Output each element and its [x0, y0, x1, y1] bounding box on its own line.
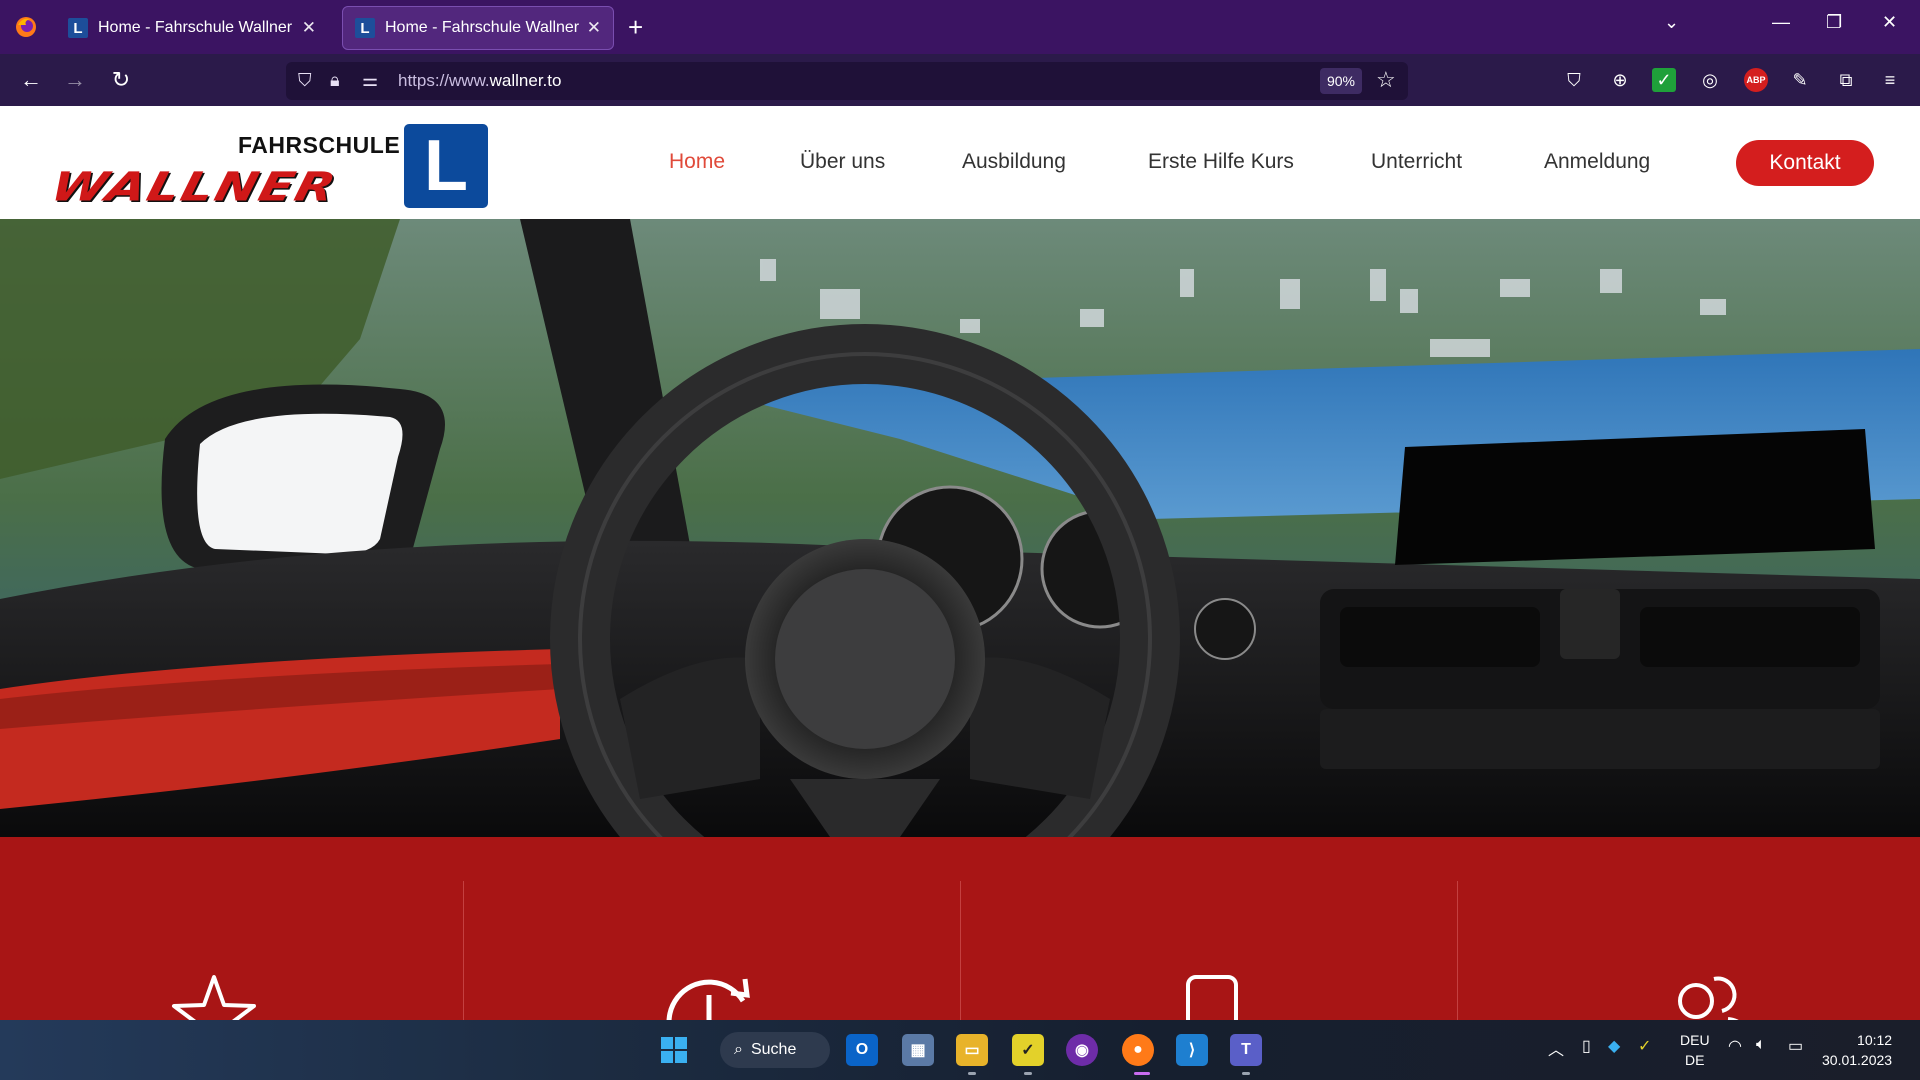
lock-icon[interactable]: 🔒︎	[330, 70, 340, 91]
clock-date: 30.01.2023	[1822, 1052, 1893, 1068]
file-explorer-icon[interactable]: ▭	[956, 1034, 988, 1066]
nav-item-anmeldung[interactable]: Anmeldung	[1544, 150, 1650, 174]
site-favicon-icon: L	[355, 18, 375, 38]
site-header: FAHRSCHULE WALLNER L Home Über uns Ausbi…	[0, 106, 1920, 219]
address-bar[interactable]: ⛉ 🔒︎ ⚌ https://www.wallner.to 90% ☆	[286, 62, 1408, 100]
clock-time: 10:12	[1857, 1032, 1893, 1048]
running-indicator	[968, 1072, 976, 1075]
device-icon[interactable]: ▯	[1582, 1036, 1591, 1056]
chevron-up-icon[interactable]: ︿	[1548, 1036, 1564, 1060]
sticky-tasks-icon[interactable]: ✓	[1012, 1034, 1044, 1066]
logo-l-badge: L	[404, 124, 488, 208]
zoom-extension-icon[interactable]: ⊕	[1608, 68, 1632, 92]
hero-image	[0, 219, 1920, 837]
search-icon: ⌕	[734, 1041, 743, 1058]
feature-column-4	[1457, 881, 1920, 1050]
nav-item-ausbildung[interactable]: Ausbildung	[962, 150, 1066, 174]
close-tab-icon[interactable]: ✕	[587, 18, 601, 38]
checkmark-extension-icon[interactable]: ✓	[1652, 68, 1676, 92]
nav-item-home[interactable]: Home	[669, 150, 725, 174]
pocket-icon[interactable]: ⛉	[1562, 68, 1586, 92]
wifi-icon[interactable]: ◠	[1728, 1036, 1742, 1056]
clock[interactable]: 10:12 30.01.2023	[1822, 1030, 1892, 1070]
nav-item-erste-hilfe-kurs[interactable]: Erste Hilfe Kurs	[1148, 150, 1294, 174]
chevron-down-icon[interactable]: ⌄	[1664, 12, 1679, 33]
kontakt-button[interactable]: Kontakt	[1736, 140, 1874, 186]
site-favicon-icon: L	[68, 18, 88, 38]
zoom-level-badge[interactable]: 90%	[1320, 68, 1362, 94]
github-icon[interactable]: ◉	[1066, 1034, 1098, 1066]
logo-brand-text: WALLNER	[46, 163, 343, 211]
fahrschule-wallner-logo[interactable]: FAHRSCHULE WALLNER L	[46, 118, 492, 210]
pen-extension-icon[interactable]: ✎	[1788, 68, 1812, 92]
close-tab-icon[interactable]: ✕	[302, 18, 316, 38]
url-text[interactable]: https://www.wallner.to	[398, 71, 561, 91]
forward-arrow-icon[interactable]: →	[60, 66, 90, 94]
browser-tab-2-active[interactable]: L Home - Fahrschule Wallner | Br ✕	[342, 6, 614, 50]
features-band	[0, 837, 1920, 1061]
permissions-icon[interactable]: ⚌	[362, 70, 378, 91]
browser-tab-1[interactable]: L Home - Fahrschule Wallner | Bre ✕	[56, 6, 328, 50]
active-indicator	[1134, 1072, 1150, 1075]
photos-icon[interactable]: ▦	[902, 1034, 934, 1066]
close-window-icon[interactable]: ✕	[1882, 12, 1897, 33]
lang-code: DEU	[1680, 1032, 1710, 1048]
defender-icon[interactable]: ◆	[1608, 1036, 1620, 1056]
bookmark-star-icon[interactable]: ☆	[1376, 67, 1396, 93]
adblock-icon[interactable]: ABP	[1744, 68, 1768, 92]
feature-column-2	[463, 881, 959, 1061]
firefox-icon[interactable]	[10, 13, 42, 41]
firefox-taskbar-icon[interactable]: ●	[1122, 1034, 1154, 1066]
browser-tab-bar: L Home - Fahrschule Wallner | Bre ✕ L Ho…	[0, 0, 1920, 54]
outlook-icon[interactable]: O	[846, 1034, 878, 1066]
windows-start-icon[interactable]	[658, 1034, 690, 1066]
reload-icon[interactable]: ↻	[106, 66, 136, 94]
tasks-tray-icon[interactable]: ✓	[1638, 1036, 1651, 1056]
headphones-extension-icon[interactable]: ◎	[1698, 68, 1722, 92]
new-tab-button[interactable]: +	[628, 12, 643, 42]
search-label: Suche	[750, 1041, 797, 1058]
taskbar-search[interactable]: ⌕ Suche	[720, 1032, 830, 1068]
running-indicator	[1024, 1072, 1032, 1075]
column-divider	[960, 881, 961, 1020]
battery-icon[interactable]: ▭	[1788, 1036, 1803, 1056]
logo-top-text: FAHRSCHULE	[238, 132, 401, 158]
keyboard-layout: DE	[1685, 1052, 1705, 1068]
vscode-icon[interactable]: ⟩	[1176, 1034, 1208, 1066]
column-divider	[1457, 881, 1458, 1020]
feature-column-3	[960, 881, 1456, 1057]
nav-item-unterricht[interactable]: Unterricht	[1371, 150, 1462, 174]
nav-item-ueber-uns[interactable]: Über uns	[800, 150, 885, 174]
teams-icon[interactable]: T	[1230, 1034, 1262, 1066]
extensions-puzzle-icon[interactable]: ⧉	[1834, 68, 1858, 92]
minimize-icon[interactable]: —	[1772, 12, 1790, 33]
hamburger-menu-icon[interactable]: ≡	[1878, 68, 1902, 92]
speaker-muted-icon[interactable]: 🔈︎	[1756, 1036, 1766, 1054]
shield-icon[interactable]: ⛉	[298, 70, 312, 91]
column-divider	[463, 881, 464, 1020]
running-indicator	[1242, 1072, 1250, 1075]
feature-column-1	[0, 881, 496, 1055]
windows-taskbar: ⌕ Suche O ▦ ▭ ✓ ◉ ● ⟩ T ︿ ▯ ◆ ✓ DEU DE ◠…	[0, 1020, 1920, 1080]
tab-title: Home - Fahrschule Wallner | Bre	[98, 19, 294, 36]
tab-title: Home - Fahrschule Wallner | Br	[385, 19, 579, 36]
back-arrow-icon[interactable]: ←	[16, 66, 46, 94]
language-indicator[interactable]: DEU DE	[1680, 1030, 1710, 1070]
restore-icon[interactable]: ❐	[1826, 12, 1842, 33]
